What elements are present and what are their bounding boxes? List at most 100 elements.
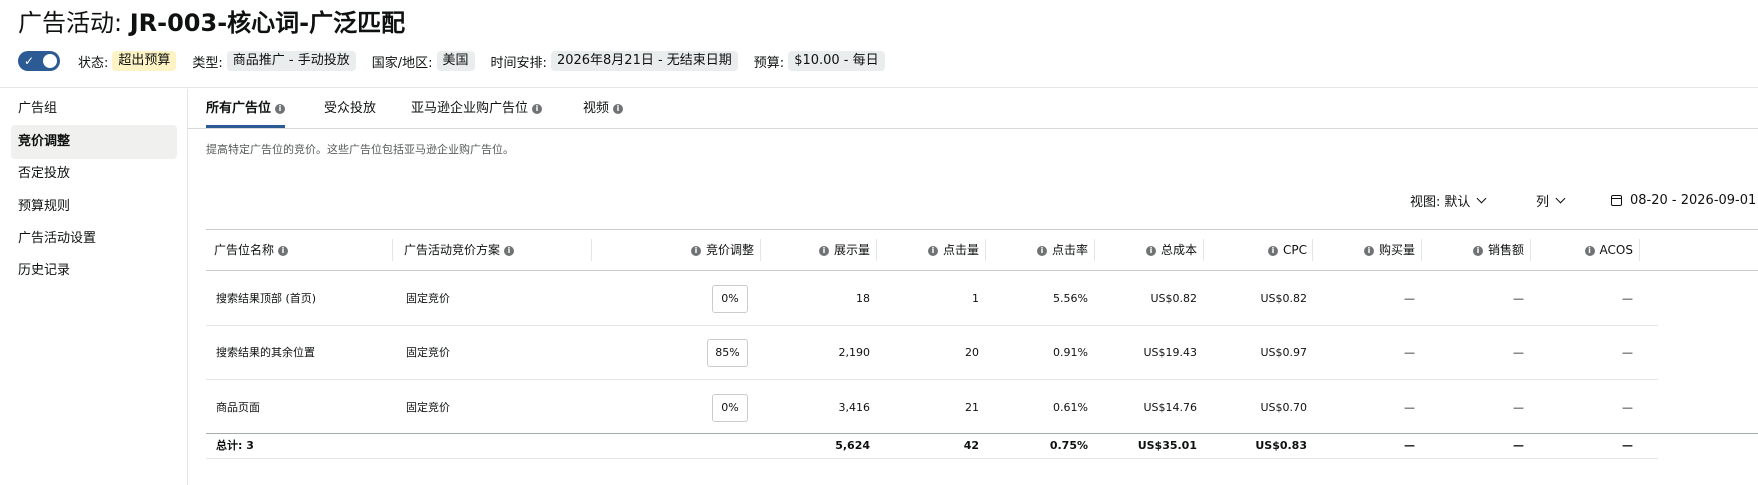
totals-divider — [206, 433, 1758, 434]
header-label: CPC — [1283, 243, 1307, 257]
total-orders: — — [1404, 439, 1415, 452]
bid-adjustment-input[interactable]: 0% — [712, 394, 748, 422]
tab-all-placements[interactable]: 所有广告位 i — [206, 97, 286, 128]
totals-label: 总计: 3 — [216, 439, 254, 452]
bid-adjustment-input[interactable]: 85% — [707, 339, 748, 367]
cell-spend: US$19.43 — [1143, 346, 1197, 359]
check-icon: ✓ — [24, 54, 35, 68]
info-icon[interactable]: i — [1363, 246, 1374, 256]
column-header-acos[interactable]: i ACOS — [1536, 229, 1633, 271]
column-header-bid-strategy[interactable]: 广告活动竞价方案 i — [404, 229, 515, 271]
sidebar-item-ad-groups[interactable]: 广告组 — [11, 92, 177, 126]
sidebar-item-campaign-settings[interactable]: 广告活动设置 — [11, 222, 177, 256]
info-icon[interactable]: i — [613, 104, 624, 114]
header-label: 销售额 — [1487, 243, 1524, 257]
column-divider — [1530, 239, 1531, 261]
table-bottom-border — [206, 458, 1658, 459]
column-header-cpc[interactable]: i CPC — [1209, 229, 1307, 271]
view-label: 视图: — [1410, 194, 1441, 210]
tab-label: 受众投放 — [324, 101, 377, 116]
status-badge: 超出预算 — [112, 51, 177, 71]
column-header-orders[interactable]: i 购买量 — [1318, 229, 1415, 271]
column-header-sales[interactable]: i 销售额 — [1427, 229, 1524, 271]
info-icon[interactable]: i — [1145, 246, 1156, 256]
placement-tabs: 所有广告位 i 受众投放 亚马逊企业购广告位 i 视频 i — [188, 89, 1758, 129]
info-icon[interactable]: i — [690, 246, 701, 256]
cell-spend: US$14.76 — [1143, 401, 1197, 414]
status-label: 状态: — [78, 55, 109, 71]
bid-adjustment-input[interactable]: 0% — [712, 285, 748, 313]
column-divider — [591, 239, 592, 261]
column-header-spend[interactable]: i 总成本 — [1100, 229, 1197, 271]
columns-selector[interactable]: 列 — [1536, 190, 1566, 210]
cell-ctr: 0.61% — [1053, 401, 1088, 414]
column-header-ctr[interactable]: i 点击率 — [991, 229, 1088, 271]
info-icon[interactable]: i — [1584, 246, 1595, 256]
info-icon[interactable]: i — [278, 246, 289, 256]
column-header-placement[interactable]: 广告位名称 i — [214, 229, 289, 271]
tab-video[interactable]: 视频 i — [583, 97, 624, 128]
type-badge: 商品推广 - 手动投放 — [226, 51, 356, 71]
cell-cpc: US$0.70 — [1260, 401, 1307, 414]
calendar-icon — [1611, 194, 1622, 206]
chevron-down-icon — [1476, 193, 1487, 203]
header-label: 展示量 — [833, 243, 870, 257]
info-icon[interactable]: i — [532, 104, 543, 114]
column-divider — [1639, 239, 1640, 261]
country-label: 国家/地区: — [371, 55, 433, 71]
cell-bid-strategy: 固定竞价 — [406, 401, 450, 414]
budget-badge[interactable]: $10.00 - 每日 — [788, 51, 885, 71]
info-icon[interactable]: i — [818, 246, 829, 256]
cell-cpc: US$0.97 — [1260, 346, 1307, 359]
total-clicks: 42 — [963, 439, 979, 452]
header-label: 点击率 — [1051, 243, 1088, 257]
column-header-clicks[interactable]: i 点击量 — [882, 229, 979, 271]
cell-impressions: 3,416 — [838, 401, 871, 414]
view-value: 默认 — [1444, 194, 1471, 210]
placement-table: 广告位名称 i 广告活动竞价方案 i i 竞价调整 i 展示量 i 点击量 i 点击率 i总… — [206, 229, 1758, 459]
total-ctr: 0.75% — [1049, 439, 1088, 452]
cell-sales: — — [1513, 292, 1524, 305]
total-sales: — — [1513, 439, 1524, 452]
column-header-impressions[interactable]: i 展示量 — [766, 229, 870, 271]
cell-orders: — — [1404, 292, 1415, 305]
page-title-prefix: 广告活动: — [18, 9, 130, 37]
header-label: 竞价调整 — [705, 243, 754, 257]
tab-audiences[interactable]: 受众投放 — [324, 97, 376, 128]
header-label: 广告活动竞价方案 — [404, 243, 501, 257]
date-range-picker[interactable]: 08-20 - 2026-09-01 — [1611, 190, 1756, 210]
campaign-status-toggle[interactable]: ✓ — [18, 51, 60, 71]
sidebar-item-budget-rules[interactable]: 预算规则 — [11, 190, 177, 224]
info-icon[interactable]: i — [1036, 246, 1047, 256]
cell-placement: 搜索结果的其余位置 — [216, 346, 315, 359]
view-selector[interactable]: 视图: 默认 — [1410, 190, 1487, 210]
column-divider — [760, 239, 761, 261]
sidebar-item-negative-targeting[interactable]: 否定投放 — [11, 157, 177, 191]
campaign-name: JR-003-核心词-广泛匹配 — [129, 9, 406, 37]
chevron-down-icon — [1555, 193, 1566, 203]
info-icon[interactable]: i — [275, 104, 286, 114]
info-icon[interactable]: i — [504, 246, 515, 256]
total-cpc: US$0.83 — [1255, 439, 1307, 452]
tab-label: 所有广告位 — [206, 101, 272, 116]
column-header-bid-adjustment[interactable]: i 竞价调整 — [596, 229, 754, 271]
cell-acos: — — [1622, 292, 1633, 305]
columns-label: 列 — [1536, 194, 1550, 210]
campaign-meta-bar: ✓ 状态: 超出预算 类型: 商品推广 - 手动投放 国家/地区: 美国 时间安… — [18, 50, 901, 72]
cell-clicks: 21 — [965, 401, 979, 414]
column-divider — [876, 239, 877, 261]
info-icon[interactable]: i — [927, 246, 938, 256]
info-icon[interactable]: i — [1268, 246, 1278, 256]
cell-clicks: 1 — [972, 292, 979, 305]
toggle-knob — [43, 54, 57, 68]
row-divider — [206, 325, 1658, 326]
sidebar-item-bid-adjustments[interactable]: 竞价调整 — [11, 125, 177, 159]
cell-cpc: US$0.82 — [1260, 292, 1307, 305]
campaign-header: 广告活动: JR-003-核心词-广泛匹配 ✓ 状态: 超出预算 类型: 商品推… — [0, 0, 1758, 88]
sidebar-item-history[interactable]: 历史记录 — [11, 254, 177, 288]
cell-placement: 商品页面 — [216, 401, 260, 414]
date-range-value: 08-20 - 2026-09-01 — [1630, 192, 1757, 208]
info-icon[interactable]: i — [1472, 246, 1483, 256]
tab-amazon-business[interactable]: 亚马逊企业购广告位 i — [411, 97, 543, 128]
schedule-label: 时间安排: — [490, 55, 547, 71]
